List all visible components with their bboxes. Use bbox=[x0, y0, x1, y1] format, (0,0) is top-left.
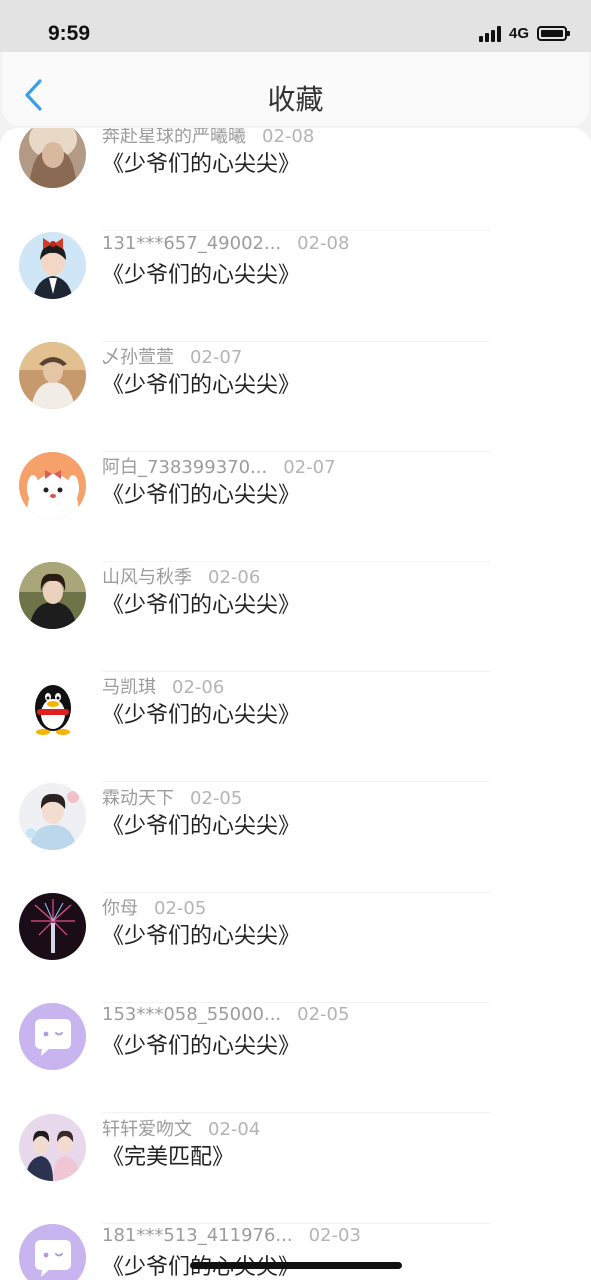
user-name: 马凯琪 02-06 bbox=[102, 673, 224, 699]
date: 02-07 bbox=[283, 457, 336, 478]
book-title: 《少爷们的心尖尖》 bbox=[102, 924, 301, 949]
favorites-list: 奔赴星球的严曦曦 02-08 《少爷们的心尖尖》 131***657_49002.… bbox=[0, 128, 591, 1280]
status-time: 9:59 bbox=[48, 22, 91, 45]
avatar[interactable] bbox=[19, 893, 86, 960]
avatar[interactable] bbox=[19, 783, 86, 850]
avatar[interactable] bbox=[19, 1003, 86, 1070]
user-name-text: 奔赴星球的严曦曦 bbox=[102, 128, 246, 147]
avatar[interactable] bbox=[19, 1224, 86, 1280]
book-title: 《少爷们的心尖尖》 bbox=[102, 1034, 301, 1059]
avatar[interactable] bbox=[19, 452, 86, 519]
book-title: 《少爷们的心尖尖》 bbox=[102, 263, 301, 288]
list-item[interactable]: 马凯琪 02-06 《少爷们的心尖尖》 bbox=[0, 672, 591, 782]
book-title: 《少爷们的心尖尖》 bbox=[102, 703, 301, 728]
user-name-text: 乄孙萱萱 bbox=[102, 347, 174, 368]
status-indicators: 4G bbox=[478, 25, 570, 42]
book-title: 《少爷们的心尖尖》 bbox=[102, 373, 301, 398]
list-item[interactable]: 你母 02-05 《少爷们的心尖尖》 bbox=[0, 893, 591, 1003]
home-indicator[interactable] bbox=[190, 1262, 402, 1269]
list-item[interactable]: 山风与秋季 02-06 《少爷们的心尖尖》 bbox=[0, 562, 591, 672]
user-name: 轩轩爱吻文 02-04 bbox=[102, 1115, 260, 1141]
user-name-text: 181***513_411976... bbox=[102, 1225, 293, 1246]
book-title: 《少爷们的心尖尖》 bbox=[102, 152, 301, 177]
user-name-text: 霖动天下 bbox=[102, 788, 174, 809]
divider bbox=[102, 1112, 491, 1113]
list-item[interactable]: 乄孙萱萱 02-07 《少爷们的心尖尖》 bbox=[0, 342, 591, 452]
user-name: 你母 02-05 bbox=[102, 894, 206, 920]
date: 02-07 bbox=[190, 347, 243, 368]
avatar[interactable] bbox=[19, 1114, 86, 1181]
list-item[interactable]: 153***058_55000... 02-05 《少爷们的心尖尖》 bbox=[0, 1003, 591, 1113]
user-name: 153***058_55000... 02-05 bbox=[102, 1004, 349, 1025]
user-name-text: 马凯琪 bbox=[102, 677, 156, 698]
battery-icon bbox=[537, 26, 570, 41]
user-name: 乄孙萱萱 02-07 bbox=[102, 343, 242, 369]
network-label: 4G bbox=[508, 25, 529, 42]
user-name: 181***513_411976... 02-03 bbox=[102, 1225, 361, 1246]
user-name: 山风与秋季 02-06 bbox=[102, 563, 260, 589]
user-name-text: 你母 bbox=[102, 898, 138, 919]
book-title: 《少爷们的心尖尖》 bbox=[102, 483, 301, 508]
user-name: 霖动天下 02-05 bbox=[102, 784, 242, 810]
date: 02-05 bbox=[154, 898, 207, 919]
date: 02-08 bbox=[262, 128, 315, 147]
book-title: 《完美匹配》 bbox=[102, 1145, 235, 1170]
list-item[interactable]: 奔赴星球的严曦曦 02-08 《少爷们的心尖尖》 bbox=[0, 128, 591, 231]
user-name: 奔赴星球的严曦曦 02-08 bbox=[102, 128, 314, 148]
avatar[interactable] bbox=[19, 562, 86, 629]
divider bbox=[102, 230, 491, 231]
user-name-text: 山风与秋季 bbox=[102, 567, 192, 588]
avatar[interactable] bbox=[19, 232, 86, 299]
user-name: 131***657_49002... 02-08 bbox=[102, 233, 349, 254]
list-item[interactable]: 轩轩爱吻文 02-04 《完美匹配》 bbox=[0, 1114, 591, 1224]
signal-icon bbox=[478, 25, 501, 42]
date: 02-06 bbox=[208, 567, 261, 588]
user-name-text: 阿白_738399370... bbox=[102, 457, 268, 478]
avatar[interactable] bbox=[19, 342, 86, 409]
divider bbox=[102, 781, 491, 782]
book-title: 《少爷们的心尖尖》 bbox=[102, 593, 301, 618]
avatar[interactable] bbox=[19, 672, 86, 739]
date: 02-08 bbox=[297, 233, 350, 254]
nav-bar: 收藏 bbox=[2, 52, 589, 126]
page-title: 收藏 bbox=[267, 83, 324, 116]
list-item[interactable]: 霖动天下 02-05 《少爷们的心尖尖》 bbox=[0, 783, 591, 893]
list-item[interactable]: 131***657_49002... 02-08 《少爷们的心尖尖》 bbox=[0, 232, 591, 342]
status-bar: 9:59 4G bbox=[0, 0, 591, 52]
user-name-text: 131***657_49002... bbox=[102, 233, 282, 254]
date: 02-06 bbox=[172, 677, 225, 698]
default-avatar-icon bbox=[19, 1224, 86, 1280]
date: 02-05 bbox=[297, 1004, 350, 1025]
list-item[interactable]: 181***513_411976...02-03 《少爷们的心尖尖》 bbox=[0, 1224, 591, 1280]
user-name-text: 轩轩爱吻文 bbox=[102, 1119, 192, 1140]
list-item[interactable]: 阿白_738399370... 02-07 《少爷们的心尖尖》 bbox=[0, 452, 591, 562]
user-name: 阿白_738399370... 02-07 bbox=[102, 453, 336, 479]
date: 02-03 bbox=[308, 1225, 361, 1246]
book-title: 《少爷们的心尖尖》 bbox=[102, 814, 301, 839]
default-avatar-icon bbox=[19, 1003, 86, 1070]
user-name-text: 153***058_55000... bbox=[102, 1004, 282, 1025]
date: 02-04 bbox=[208, 1119, 261, 1140]
avatar[interactable] bbox=[19, 128, 86, 188]
date: 02-05 bbox=[190, 788, 243, 809]
